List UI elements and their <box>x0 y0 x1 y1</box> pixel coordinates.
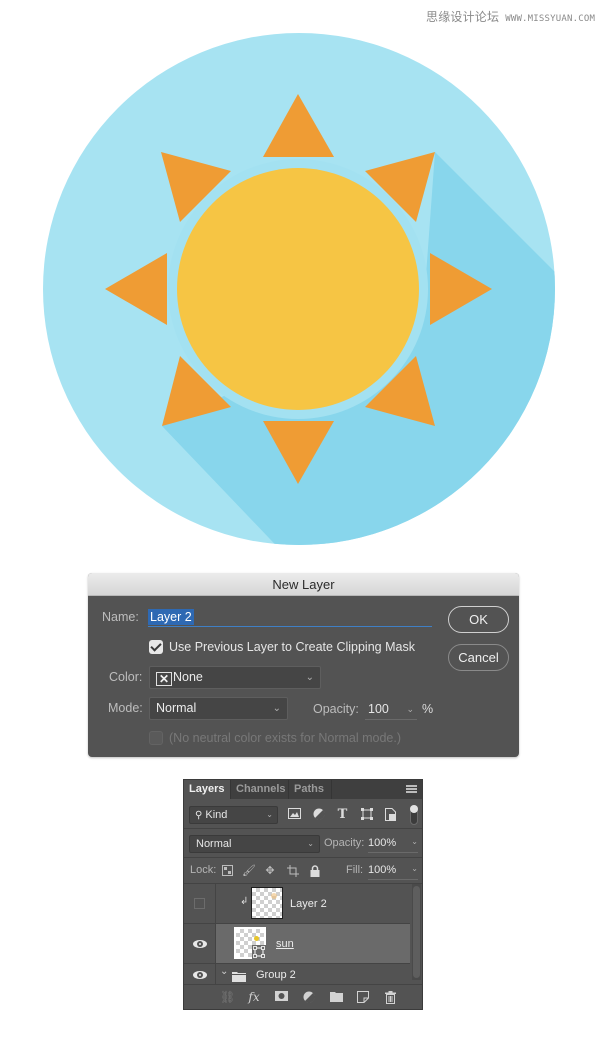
clipping-arrow-icon: ↲ <box>240 896 249 907</box>
fill-value: 100% <box>368 864 397 876</box>
lock-artboard-icon[interactable] <box>287 865 299 877</box>
chevron-down-icon: ⌄ <box>307 839 314 848</box>
tab-channels[interactable]: Channels <box>231 780 289 799</box>
color-select[interactable]: ✕ None ⌄ <box>149 666 321 689</box>
neutral-color-label: (No neutral color exists for Normal mode… <box>169 731 402 745</box>
new-group-icon[interactable] <box>329 991 343 1004</box>
filter-row: ⚲ Kind ⌄ T <box>184 799 422 826</box>
blend-mode-value: Normal <box>196 838 232 850</box>
chevron-down-icon[interactable]: ⌄ <box>411 837 418 846</box>
expand-chevron-icon[interactable]: ⌄ <box>220 966 228 977</box>
lock-image-pixels-icon[interactable]: 🖌 <box>242 865 256 877</box>
lock-transparent-pixels-icon[interactable] <box>221 865 233 877</box>
panel-opacity-value: 100% <box>368 837 397 849</box>
layer-list: ↲ Layer 2 sun ⌄ Group 2 <box>184 884 412 986</box>
name-label: Name: <box>102 610 139 624</box>
visibility-toggle[interactable] <box>184 884 216 923</box>
chevron-down-icon: ⌄ <box>266 810 273 819</box>
panel-tabs: Layers Channels Paths <box>184 780 422 799</box>
new-layer-icon[interactable] <box>356 991 370 1004</box>
layer-name[interactable]: Group 2 <box>256 969 296 981</box>
cancel-button[interactable]: Cancel <box>448 644 509 671</box>
visibility-toggle[interactable] <box>184 964 216 985</box>
layer-row-group-2[interactable]: ⌄ Group 2 <box>184 964 410 986</box>
opacity-input-value: 100 <box>368 702 389 716</box>
fill-input[interactable]: 100% ⌄ <box>368 864 418 880</box>
fill-label: Fill: <box>346 864 364 876</box>
chevron-down-icon: ⌄ <box>272 703 281 714</box>
mode-select-value: Normal <box>156 701 197 715</box>
add-mask-icon[interactable] <box>274 991 288 1004</box>
divider <box>184 857 422 858</box>
adjustment-filter-icon[interactable] <box>312 808 325 821</box>
panel-opacity-label: Opacity: <box>324 837 365 849</box>
new-adjustment-layer-icon[interactable] <box>302 991 316 1004</box>
name-input[interactable]: Layer 2 <box>148 607 432 627</box>
layer-name[interactable]: sun <box>276 938 294 950</box>
panel-menu-icon[interactable] <box>406 785 417 793</box>
filter-toggle[interactable] <box>410 805 418 825</box>
visibility-toggle[interactable] <box>184 924 216 963</box>
scrollbar-thumb[interactable] <box>413 886 420 978</box>
layer-thumbnail[interactable] <box>234 927 266 959</box>
layer-thumbnail[interactable] <box>251 887 283 919</box>
dialog-title: New Layer <box>88 573 519 596</box>
opacity-input[interactable]: 100 ⌄ <box>365 700 417 720</box>
clipping-mask-label[interactable]: Use Previous Layer to Create Clipping Ma… <box>169 640 415 654</box>
name-input-value: Layer 2 <box>148 609 194 625</box>
shape-filter-icon[interactable] <box>360 808 373 821</box>
eye-icon <box>193 971 207 979</box>
chevron-down-icon: ⌄ <box>305 672 314 683</box>
image-filter-icon[interactable] <box>288 808 301 821</box>
smart-object-badge-icon <box>252 945 266 959</box>
mode-select[interactable]: Normal ⌄ <box>149 697 288 720</box>
layer-row-layer-2[interactable]: ↲ Layer 2 <box>184 884 410 924</box>
new-layer-dialog: New Layer Name: Layer 2 Use Previous Lay… <box>88 573 519 757</box>
panel-footer: ⛓ fx <box>184 984 422 1009</box>
lock-label: Lock: <box>190 864 217 876</box>
ok-button[interactable]: OK <box>448 606 509 633</box>
mode-label: Mode: <box>108 701 143 715</box>
tab-paths[interactable]: Paths <box>289 780 332 799</box>
lock-position-icon[interactable]: ✥ <box>264 865 276 877</box>
eye-icon <box>193 940 207 948</box>
divider <box>184 828 422 829</box>
color-select-value: None <box>173 670 203 684</box>
layer-name[interactable]: Layer 2 <box>290 898 327 910</box>
link-layers-icon[interactable]: ⛓ <box>220 991 235 1004</box>
layers-panel: Layers Channels Paths ⚲ Kind ⌄ T Normal … <box>183 779 423 1010</box>
sun-disc <box>177 168 419 410</box>
sun-illustration <box>43 33 555 545</box>
none-color-swatch-icon: ✕ <box>156 672 172 686</box>
tab-layers[interactable]: Layers <box>184 780 231 799</box>
lock-all-icon[interactable] <box>309 865 321 877</box>
neutral-color-checkbox[interactable] <box>149 731 163 745</box>
opacity-label: Opacity: <box>313 702 359 716</box>
blend-mode-select[interactable]: Normal ⌄ <box>189 835 320 853</box>
delete-layer-icon[interactable] <box>383 991 397 1004</box>
opacity-unit: % <box>422 702 434 716</box>
chevron-down-icon[interactable]: ⌄ <box>411 864 418 873</box>
layer-row-sun[interactable]: sun <box>184 924 410 964</box>
type-filter-icon[interactable]: T <box>336 808 349 821</box>
filter-kind-value: Kind <box>205 809 228 821</box>
filter-kind-select[interactable]: ⚲ Kind ⌄ <box>189 806 278 824</box>
search-icon: ⚲ <box>195 810 203 821</box>
color-label: Color: <box>109 670 143 684</box>
clipping-mask-checkbox[interactable] <box>149 640 163 654</box>
chevron-down-icon[interactable]: ⌄ <box>406 700 414 718</box>
panel-opacity-input[interactable]: 100% ⌄ <box>368 837 418 853</box>
layer-style-icon[interactable]: fx <box>247 991 261 1004</box>
smart-object-filter-icon[interactable] <box>384 808 397 821</box>
visibility-off-box <box>194 898 205 909</box>
layers-scrollbar[interactable] <box>412 884 421 980</box>
